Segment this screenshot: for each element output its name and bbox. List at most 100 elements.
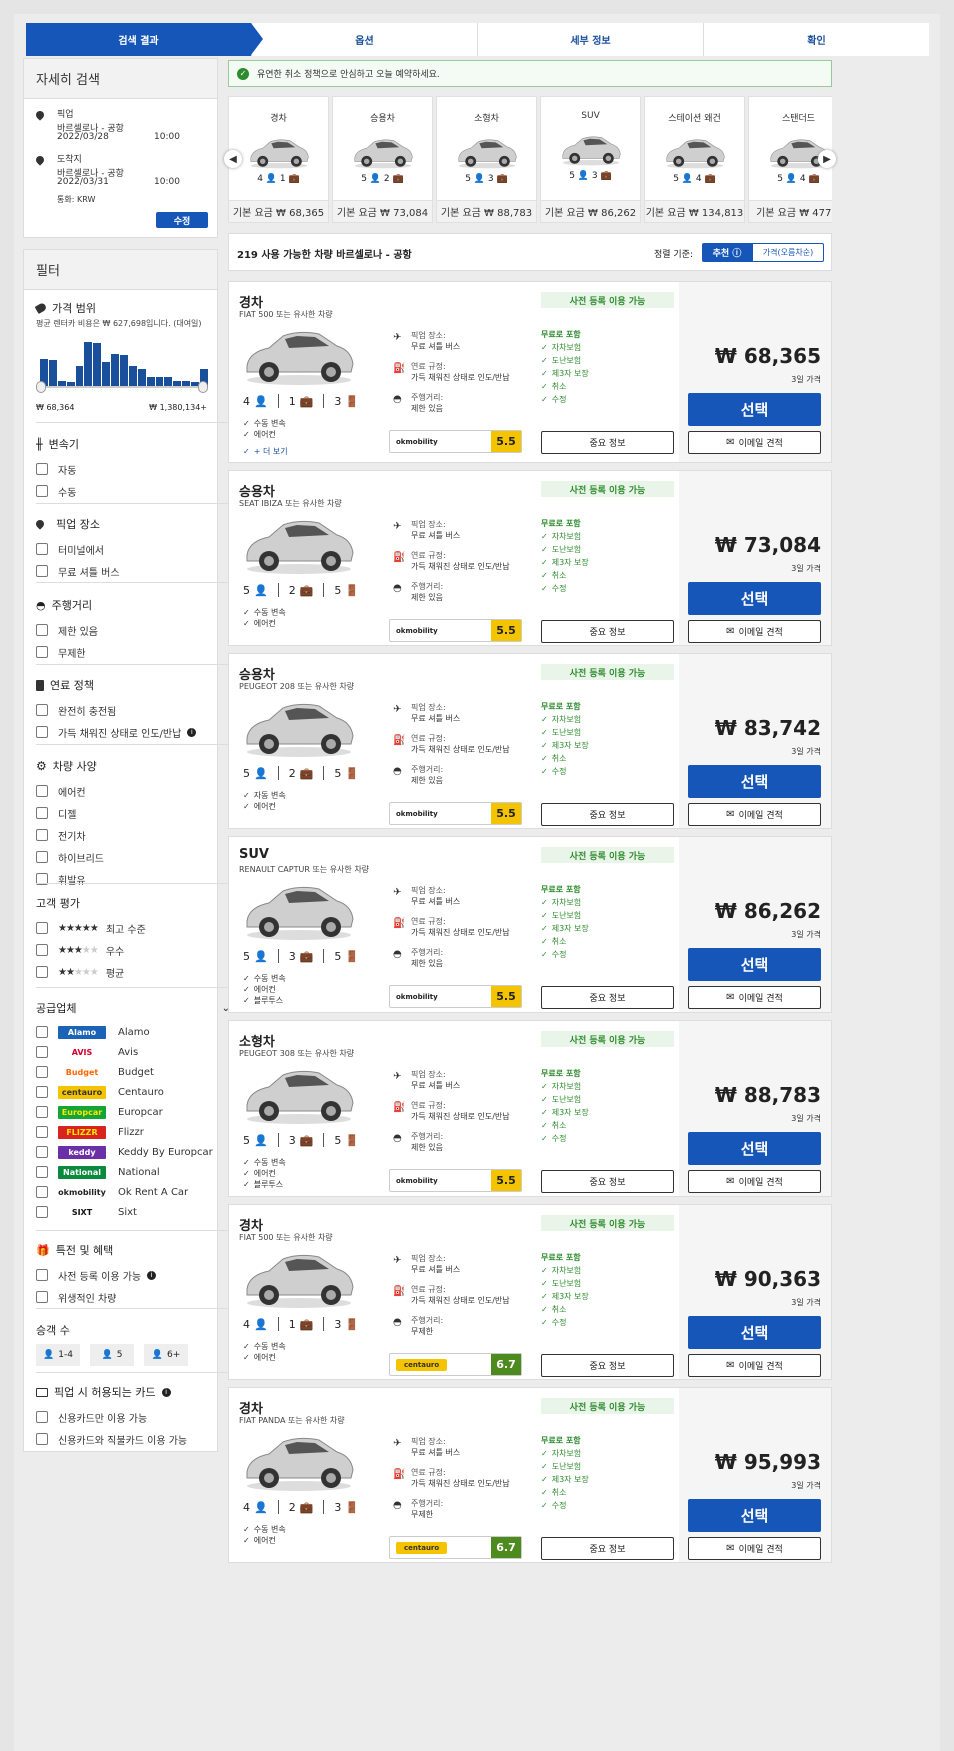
checkbox[interactable] bbox=[36, 944, 48, 956]
select-button[interactable]: 선택 bbox=[688, 582, 821, 615]
checkbox[interactable] bbox=[36, 1046, 48, 1058]
select-button[interactable]: 선택 bbox=[688, 393, 821, 426]
filter-supplier-sixt[interactable]: SIXT Sixt bbox=[36, 1202, 230, 1222]
filter-supplier-centauro[interactable]: centauro Centauro bbox=[36, 1082, 230, 1102]
checkbox[interactable] bbox=[36, 624, 48, 636]
email-quote-button[interactable]: ✉ 이메일 견적 bbox=[688, 620, 821, 643]
price-slider-track[interactable] bbox=[38, 386, 208, 388]
checkbox[interactable] bbox=[36, 1186, 48, 1198]
supplier-box[interactable]: centauro 6.7 bbox=[389, 1536, 522, 1559]
info-icon[interactable]: i bbox=[187, 727, 197, 737]
checkbox[interactable] bbox=[36, 1411, 48, 1423]
checkbox[interactable] bbox=[36, 1066, 48, 1078]
filter-unlimited[interactable]: 무제한 bbox=[36, 641, 230, 663]
filter-diesel[interactable]: 디젤 bbox=[36, 802, 230, 824]
checkbox[interactable] bbox=[36, 565, 48, 577]
price-histogram[interactable] bbox=[40, 338, 208, 386]
supplier-box[interactable]: okmobility 5.5 bbox=[389, 985, 522, 1008]
checkbox[interactable] bbox=[36, 1146, 48, 1158]
checkbox[interactable] bbox=[36, 1086, 48, 1098]
car-image[interactable] bbox=[239, 318, 359, 388]
filter-full-to-full[interactable]: 가득 채워진 상태로 인도/반납 i bbox=[36, 721, 230, 743]
important-info-button[interactable]: 중요 정보 bbox=[541, 1170, 674, 1193]
filter-hygienic[interactable]: 위생적인 차량 bbox=[36, 1286, 230, 1308]
supplier-box[interactable]: okmobility 5.5 bbox=[389, 619, 522, 642]
checkbox[interactable] bbox=[36, 463, 48, 475]
checkbox[interactable] bbox=[36, 1206, 48, 1218]
filter-supplier-avis[interactable]: AVIS Avis bbox=[36, 1042, 230, 1062]
checkbox[interactable] bbox=[36, 1126, 48, 1138]
step-confirm[interactable]: 확인 bbox=[704, 23, 929, 56]
checkbox[interactable] bbox=[36, 646, 48, 658]
checkbox[interactable] bbox=[36, 966, 48, 978]
sort-price-button[interactable]: 가격(오름차순) bbox=[752, 243, 824, 262]
car-image[interactable] bbox=[239, 1424, 359, 1494]
email-quote-button[interactable]: ✉ 이메일 견적 bbox=[688, 431, 821, 454]
important-info-button[interactable]: 중요 정보 bbox=[541, 431, 674, 454]
filter-supplier-alamo[interactable]: Alamo Alamo bbox=[36, 1022, 230, 1042]
email-quote-button[interactable]: ✉ 이메일 견적 bbox=[688, 1354, 821, 1377]
category-card[interactable]: 스테이션 왜건 5 👤 4 💼 기본 요금 ₩ 134,813 bbox=[644, 96, 745, 223]
important-info-button[interactable]: 중요 정보 bbox=[541, 986, 674, 1009]
checkbox[interactable] bbox=[36, 785, 48, 797]
info-icon[interactable]: i bbox=[161, 1387, 171, 1397]
checkbox[interactable] bbox=[36, 704, 48, 716]
filter-supplier-keddy-by-europcar[interactable]: keddy Keddy By Europcar bbox=[36, 1142, 230, 1162]
more-link[interactable]: + 더 보기 bbox=[243, 446, 288, 457]
price-slider-max-handle[interactable] bbox=[198, 381, 208, 393]
select-button[interactable]: 선택 bbox=[688, 765, 821, 798]
checkbox[interactable] bbox=[36, 851, 48, 863]
filter-full-charged[interactable]: 완전히 충전됨 bbox=[36, 699, 230, 721]
supplier-box[interactable]: okmobility 5.5 bbox=[389, 1169, 522, 1192]
checkbox[interactable] bbox=[36, 829, 48, 841]
email-quote-button[interactable]: ✉ 이메일 견적 bbox=[688, 1537, 821, 1560]
important-info-button[interactable]: 중요 정보 bbox=[541, 1354, 674, 1377]
sort-recommended-button[interactable]: 추천 ⓘ bbox=[702, 243, 752, 262]
checkbox[interactable] bbox=[36, 1026, 48, 1038]
filter-supplier-europcar[interactable]: Europcar Europcar bbox=[36, 1102, 230, 1122]
step-details[interactable]: 세부 정보 bbox=[478, 23, 704, 56]
filter-limited[interactable]: 제한 있음 bbox=[36, 619, 230, 641]
email-quote-button[interactable]: ✉ 이메일 견적 bbox=[688, 986, 821, 1009]
important-info-button[interactable]: 중요 정보 bbox=[541, 1537, 674, 1560]
car-image[interactable] bbox=[239, 1241, 359, 1311]
category-card[interactable]: 승용차 5 👤 2 💼 기본 요금 ₩ 73,084 bbox=[332, 96, 433, 223]
supplier-box[interactable]: okmobility 5.5 bbox=[389, 430, 522, 453]
category-card[interactable]: 경차 4 👤 1 💼 기본 요금 ₩ 68,365 bbox=[228, 96, 329, 223]
select-button[interactable]: 선택 bbox=[688, 1499, 821, 1532]
select-button[interactable]: 선택 bbox=[688, 1132, 821, 1165]
checkbox[interactable] bbox=[36, 807, 48, 819]
category-card[interactable]: 소형차 5 👤 3 💼 기본 요금 ₩ 88,783 bbox=[436, 96, 537, 223]
filter-rating-average[interactable]: ★★★★★ 평균 bbox=[36, 961, 230, 983]
pax-6plus-button[interactable]: 👤 6+ bbox=[144, 1344, 188, 1366]
car-image[interactable] bbox=[239, 507, 359, 577]
car-image[interactable] bbox=[239, 1057, 359, 1127]
filter-prepaid[interactable]: 사전 등록 이용 가능 i bbox=[36, 1264, 230, 1286]
email-quote-button[interactable]: ✉ 이메일 견적 bbox=[688, 803, 821, 826]
step-options[interactable]: 옵션 bbox=[252, 23, 478, 56]
important-info-button[interactable]: 중요 정보 bbox=[541, 803, 674, 826]
category-card[interactable]: SUV 5 👤 3 💼 기본 요금 ₩ 86,262 bbox=[540, 96, 641, 223]
edit-search-button[interactable]: 수정 bbox=[156, 212, 208, 228]
filter-manual[interactable]: 수동 bbox=[36, 480, 230, 502]
checkbox[interactable] bbox=[36, 485, 48, 497]
supplier-box[interactable]: okmobility 5.5 bbox=[389, 802, 522, 825]
filter-aircon[interactable]: 에어컨 bbox=[36, 780, 230, 802]
filter-supplier-budget[interactable]: Budget Budget bbox=[36, 1062, 230, 1082]
filter-rating-good[interactable]: ★★★★★ 우수 bbox=[36, 939, 230, 961]
filter-rating-best[interactable]: ★★★★★ 최고 수준 bbox=[36, 917, 230, 939]
filter-petrol[interactable]: 휘발유 bbox=[36, 868, 230, 890]
filter-hybrid[interactable]: 하이브리드 bbox=[36, 846, 230, 868]
filter-shuttle[interactable]: 무료 셔틀 버스 bbox=[36, 560, 230, 582]
checkbox[interactable] bbox=[36, 543, 48, 555]
price-slider-min-handle[interactable] bbox=[36, 381, 46, 393]
filter-terminal[interactable]: 터미널에서 bbox=[36, 538, 230, 560]
car-image[interactable] bbox=[239, 690, 359, 760]
email-quote-button[interactable]: ✉ 이메일 견적 bbox=[688, 1170, 821, 1193]
filter-automatic[interactable]: 자동 bbox=[36, 458, 230, 480]
supplier-box[interactable]: centauro 6.7 bbox=[389, 1353, 522, 1376]
checkbox[interactable] bbox=[36, 1269, 48, 1281]
filter-credit-only[interactable]: 신용카드만 이용 가능 bbox=[36, 1406, 230, 1428]
filter-supplier-flizzr[interactable]: FLIZZR Flizzr bbox=[36, 1122, 230, 1142]
filter-supplier-ok-rent-a-car[interactable]: okmobility Ok Rent A Car bbox=[36, 1182, 230, 1202]
